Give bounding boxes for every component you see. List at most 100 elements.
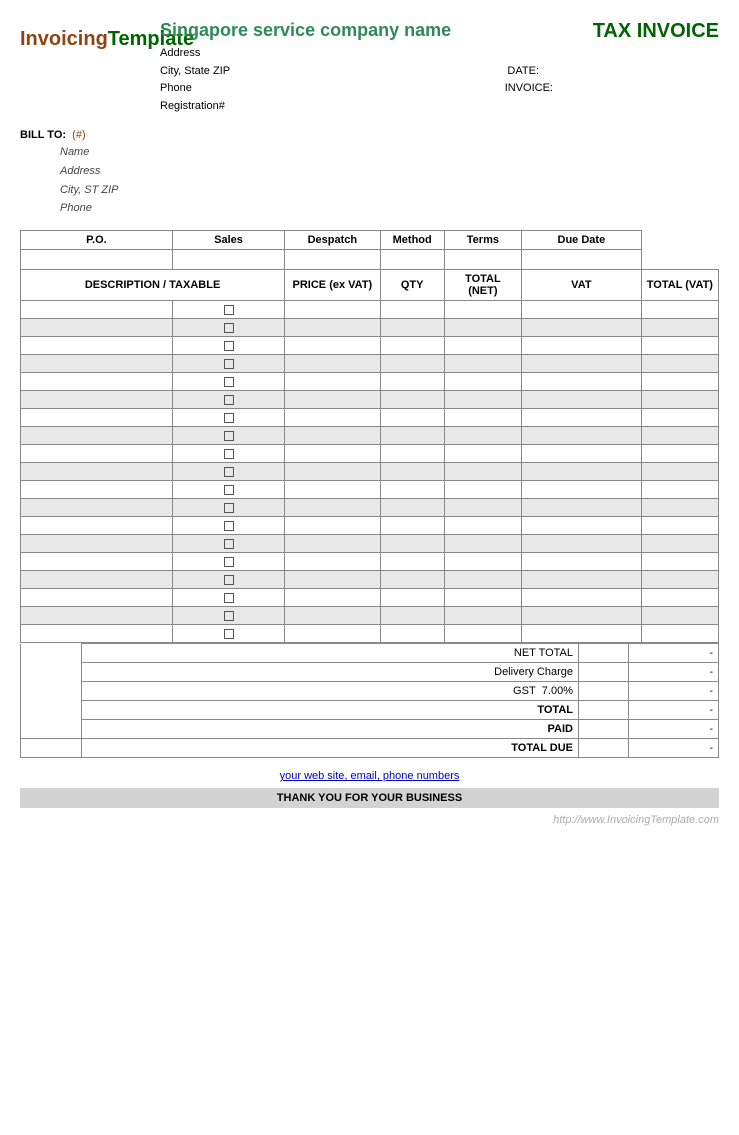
item-price[interactable] xyxy=(285,337,380,355)
item-price[interactable] xyxy=(285,319,380,337)
item-total-net[interactable] xyxy=(444,535,521,553)
item-description[interactable] xyxy=(21,571,173,589)
item-price[interactable] xyxy=(285,571,380,589)
checkbox-icon[interactable] xyxy=(224,467,234,477)
item-total-vat[interactable] xyxy=(641,589,718,607)
checkbox-icon[interactable] xyxy=(224,323,234,333)
item-vat[interactable] xyxy=(521,355,641,373)
item-qty[interactable] xyxy=(380,427,444,445)
item-checkbox[interactable] xyxy=(172,589,284,607)
item-checkbox[interactable] xyxy=(172,607,284,625)
item-vat[interactable] xyxy=(521,589,641,607)
item-total-net[interactable] xyxy=(444,463,521,481)
checkbox-icon[interactable] xyxy=(224,611,234,621)
item-qty[interactable] xyxy=(380,535,444,553)
item-total-net[interactable] xyxy=(444,517,521,535)
item-total-vat[interactable] xyxy=(641,625,718,643)
item-vat[interactable] xyxy=(521,571,641,589)
item-description[interactable] xyxy=(21,553,173,571)
checkbox-icon[interactable] xyxy=(224,503,234,513)
item-checkbox[interactable] xyxy=(172,427,284,445)
method-value[interactable] xyxy=(380,250,444,270)
item-price[interactable] xyxy=(285,553,380,571)
item-total-net[interactable] xyxy=(444,301,521,319)
item-description[interactable] xyxy=(21,373,173,391)
item-total-net[interactable] xyxy=(444,625,521,643)
item-vat[interactable] xyxy=(521,337,641,355)
item-total-vat[interactable] xyxy=(641,391,718,409)
item-description[interactable] xyxy=(21,445,173,463)
item-qty[interactable] xyxy=(380,589,444,607)
item-price[interactable] xyxy=(285,517,380,535)
item-description[interactable] xyxy=(21,463,173,481)
item-price[interactable] xyxy=(285,391,380,409)
item-total-vat[interactable] xyxy=(641,571,718,589)
item-description[interactable] xyxy=(21,391,173,409)
item-qty[interactable] xyxy=(380,319,444,337)
item-qty[interactable] xyxy=(380,499,444,517)
item-qty[interactable] xyxy=(380,409,444,427)
despatch-value[interactable] xyxy=(285,250,380,270)
item-qty[interactable] xyxy=(380,301,444,319)
item-vat[interactable] xyxy=(521,625,641,643)
item-qty[interactable] xyxy=(380,337,444,355)
item-qty[interactable] xyxy=(380,373,444,391)
checkbox-icon[interactable] xyxy=(224,449,234,459)
checkbox-icon[interactable] xyxy=(224,341,234,351)
item-description[interactable] xyxy=(21,409,173,427)
item-qty[interactable] xyxy=(380,553,444,571)
item-total-net[interactable] xyxy=(444,409,521,427)
item-vat[interactable] xyxy=(521,535,641,553)
item-checkbox[interactable] xyxy=(172,535,284,553)
item-total-vat[interactable] xyxy=(641,427,718,445)
item-total-vat[interactable] xyxy=(641,499,718,517)
item-total-vat[interactable] xyxy=(641,535,718,553)
checkbox-icon[interactable] xyxy=(224,557,234,567)
item-qty[interactable] xyxy=(380,391,444,409)
item-total-vat[interactable] xyxy=(641,445,718,463)
checkbox-icon[interactable] xyxy=(224,485,234,495)
item-total-net[interactable] xyxy=(444,319,521,337)
item-checkbox[interactable] xyxy=(172,553,284,571)
item-total-vat[interactable] xyxy=(641,337,718,355)
item-price[interactable] xyxy=(285,427,380,445)
item-checkbox[interactable] xyxy=(172,517,284,535)
item-vat[interactable] xyxy=(521,409,641,427)
checkbox-icon[interactable] xyxy=(224,359,234,369)
item-description[interactable] xyxy=(21,481,173,499)
checkbox-icon[interactable] xyxy=(224,305,234,315)
item-total-vat[interactable] xyxy=(641,301,718,319)
item-checkbox[interactable] xyxy=(172,571,284,589)
item-description[interactable] xyxy=(21,589,173,607)
item-price[interactable] xyxy=(285,625,380,643)
item-qty[interactable] xyxy=(380,481,444,499)
item-checkbox[interactable] xyxy=(172,445,284,463)
item-checkbox[interactable] xyxy=(172,373,284,391)
item-checkbox[interactable] xyxy=(172,355,284,373)
item-description[interactable] xyxy=(21,499,173,517)
item-price[interactable] xyxy=(285,481,380,499)
item-vat[interactable] xyxy=(521,499,641,517)
item-description[interactable] xyxy=(21,625,173,643)
checkbox-icon[interactable] xyxy=(224,593,234,603)
item-qty[interactable] xyxy=(380,355,444,373)
item-total-net[interactable] xyxy=(444,445,521,463)
item-vat[interactable] xyxy=(521,481,641,499)
item-price[interactable] xyxy=(285,463,380,481)
item-total-net[interactable] xyxy=(444,373,521,391)
item-vat[interactable] xyxy=(521,301,641,319)
item-price[interactable] xyxy=(285,301,380,319)
item-total-net[interactable] xyxy=(444,481,521,499)
item-total-vat[interactable] xyxy=(641,517,718,535)
item-total-vat[interactable] xyxy=(641,355,718,373)
item-total-vat[interactable] xyxy=(641,373,718,391)
checkbox-icon[interactable] xyxy=(224,431,234,441)
item-vat[interactable] xyxy=(521,427,641,445)
item-vat[interactable] xyxy=(521,517,641,535)
item-total-vat[interactable] xyxy=(641,463,718,481)
item-qty[interactable] xyxy=(380,625,444,643)
item-total-net[interactable] xyxy=(444,571,521,589)
item-vat[interactable] xyxy=(521,391,641,409)
footer-link[interactable]: your web site, email, phone numbers xyxy=(280,770,460,782)
item-qty[interactable] xyxy=(380,517,444,535)
